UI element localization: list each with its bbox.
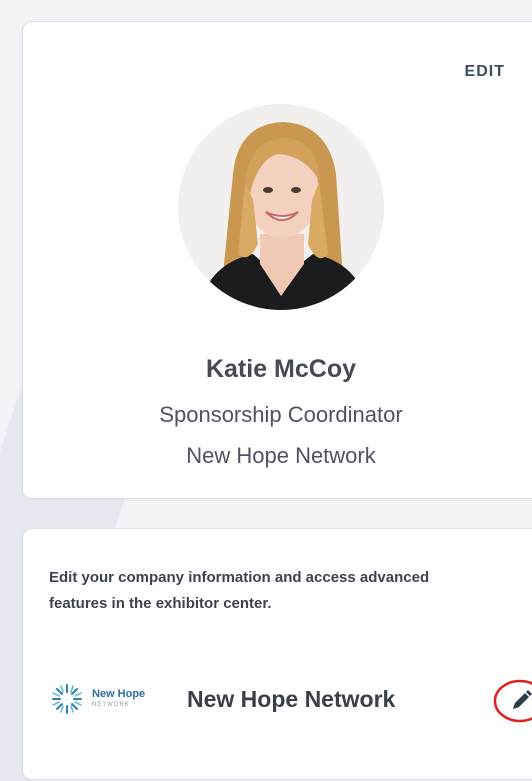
logo-text: New Hope	[92, 688, 146, 700]
pencil-icon	[513, 690, 532, 709]
company-row: New Hope NETWORK New Hope Network	[47, 679, 532, 723]
avatar	[178, 104, 384, 310]
sunburst-logo-icon	[52, 684, 82, 714]
highlight-circle	[493, 679, 532, 723]
company-description: Edit your company information and access…	[49, 569, 430, 612]
profile-job-title: Sponsorship Coordinator	[159, 402, 403, 427]
logo-subtext: NETWORK	[92, 702, 130, 708]
profile-card: EDIT Katie McCoy Sponsorship Coordinator…	[22, 21, 532, 499]
company-logo: New Hope NETWORK	[47, 682, 167, 716]
profile-company: New Hope Network	[186, 443, 376, 468]
edit-company-button[interactable]	[493, 679, 532, 723]
company-card: Edit your company information and access…	[22, 528, 532, 780]
profile-name: Katie McCoy	[205, 355, 357, 383]
edit-profile-link[interactable]: EDIT	[465, 63, 505, 81]
company-name: New Hope Network	[187, 686, 396, 712]
profile-sidebar: EDIT Katie McCoy Sponsorship Coordinator…	[0, 0, 532, 781]
